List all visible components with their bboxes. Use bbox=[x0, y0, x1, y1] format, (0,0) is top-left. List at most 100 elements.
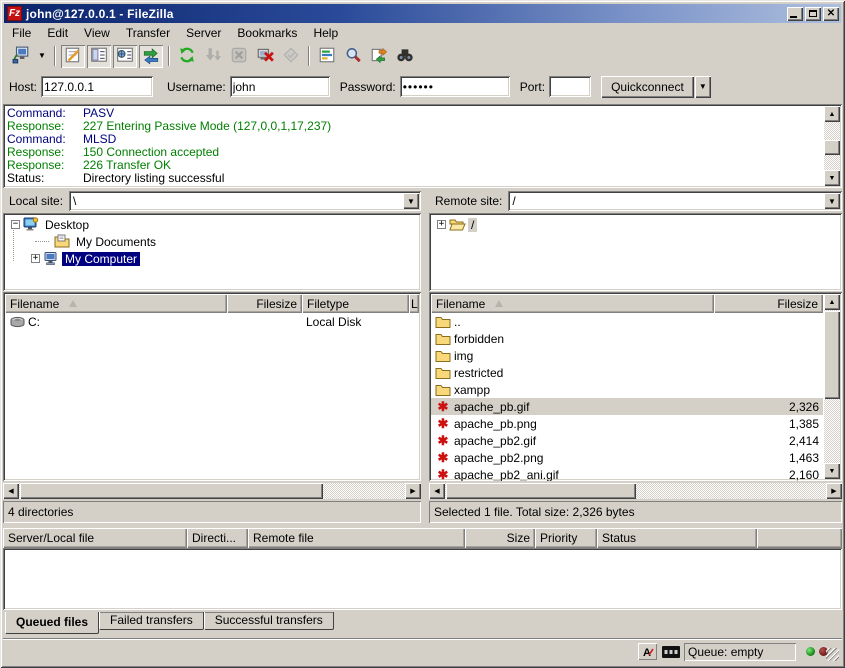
menu-edit[interactable]: Edit bbox=[39, 25, 76, 41]
toggle-transfer-queue-button[interactable] bbox=[139, 45, 163, 68]
remote-site-combobox[interactable]: / ▼ bbox=[508, 191, 842, 211]
scroll-left-icon[interactable]: ◀ bbox=[3, 483, 19, 499]
local-horizontal-scrollbar[interactable]: ◀ ▶ bbox=[3, 483, 421, 499]
expand-icon[interactable]: + bbox=[31, 254, 40, 263]
column-header-remote-file[interactable]: Remote file bbox=[248, 528, 465, 548]
remote-file-row[interactable]: ✱apache_pb2_ani.gif 2,160 bbox=[431, 466, 823, 481]
menu-file[interactable]: File bbox=[4, 25, 39, 41]
column-header-filename[interactable]: Filename bbox=[5, 294, 227, 313]
selected-tree-label: My Computer bbox=[62, 252, 140, 266]
toggle-local-tree-button[interactable] bbox=[87, 45, 111, 68]
scroll-thumb[interactable] bbox=[446, 483, 636, 499]
speed-limit-indicator-icon[interactable] bbox=[661, 643, 680, 660]
chevron-down-icon[interactable]: ▼ bbox=[403, 193, 419, 209]
menu-help[interactable]: Help bbox=[305, 25, 346, 41]
tree-item-desktop[interactable]: − Desktop bbox=[5, 216, 419, 233]
remote-file-row[interactable]: xampp bbox=[431, 381, 823, 398]
find-files-button[interactable] bbox=[393, 45, 417, 68]
reconnect-icon bbox=[282, 46, 300, 67]
column-header-filetype[interactable]: Filetype bbox=[302, 294, 409, 313]
remote-file-row[interactable]: ✱apache_pb2.gif 2,414 bbox=[431, 432, 823, 449]
remote-file-row[interactable]: img bbox=[431, 347, 823, 364]
column-header-priority[interactable]: Priority bbox=[535, 528, 597, 548]
synchronized-browsing-button[interactable] bbox=[367, 45, 391, 68]
scroll-right-icon[interactable]: ▶ bbox=[826, 483, 842, 499]
remote-file-row[interactable]: forbidden bbox=[431, 330, 823, 347]
site-manager-icon bbox=[12, 46, 30, 67]
remote-directory-tree[interactable]: + / bbox=[429, 213, 842, 291]
remote-horizontal-scrollbar[interactable]: ◀ ▶ bbox=[429, 483, 842, 499]
expand-icon[interactable]: + bbox=[437, 220, 446, 229]
host-input[interactable] bbox=[41, 76, 153, 97]
quickconnect-dropdown-button[interactable]: ▼ bbox=[695, 76, 711, 98]
scroll-right-icon[interactable]: ▶ bbox=[405, 483, 421, 499]
menu-view[interactable]: View bbox=[76, 25, 118, 41]
directory-comparison-button[interactable] bbox=[341, 45, 365, 68]
menu-transfer[interactable]: Transfer bbox=[118, 25, 178, 41]
toggle-message-log-button[interactable] bbox=[61, 45, 85, 68]
collapse-icon[interactable]: − bbox=[11, 220, 20, 229]
remote-vertical-scrollbar[interactable]: ▲ ▼ bbox=[824, 294, 840, 479]
local-file-list[interactable]: Filename Filesize Filetype L C: Local Di… bbox=[3, 292, 421, 481]
password-input[interactable] bbox=[400, 76, 510, 97]
scroll-down-icon[interactable]: ▼ bbox=[824, 463, 840, 479]
column-header-filesize[interactable]: Filesize bbox=[227, 294, 302, 313]
column-header-filesize[interactable]: Filesize bbox=[714, 294, 823, 313]
reconnect-button[interactable] bbox=[279, 45, 303, 68]
scroll-up-icon[interactable]: ▲ bbox=[824, 294, 840, 310]
remote-file-row[interactable]: ✱apache_pb2.png 1,463 bbox=[431, 449, 823, 466]
title-bar[interactable]: Fz john@127.0.0.1 - FileZilla ✕ bbox=[4, 4, 841, 23]
tree-item-root[interactable]: + / bbox=[431, 216, 840, 233]
column-header-last-modified[interactable]: L bbox=[409, 294, 419, 313]
process-queue-button[interactable] bbox=[201, 45, 225, 68]
disconnect-button[interactable] bbox=[253, 45, 277, 68]
username-input[interactable] bbox=[230, 76, 330, 97]
local-site-combobox[interactable]: \ ▼ bbox=[69, 191, 421, 211]
tab-successful-transfers[interactable]: Successful transfers bbox=[204, 612, 334, 630]
scroll-thumb[interactable] bbox=[824, 140, 840, 155]
column-header-size[interactable]: Size bbox=[465, 528, 535, 548]
column-header-filename[interactable]: Filename bbox=[431, 294, 714, 313]
close-button[interactable]: ✕ bbox=[823, 7, 839, 21]
refresh-button[interactable] bbox=[175, 45, 199, 68]
column-header-server-local-file[interactable]: Server/Local file bbox=[3, 528, 187, 548]
computer-icon bbox=[43, 251, 59, 266]
remote-file-row-selected[interactable]: ✱apache_pb.gif 2,326 bbox=[431, 398, 823, 415]
site-manager-button[interactable] bbox=[9, 45, 33, 68]
toolbar: ▼ bbox=[4, 42, 841, 70]
transfer-type-indicator-icon[interactable]: A bbox=[638, 643, 657, 660]
log-scrollbar[interactable]: ▲ ▼ bbox=[824, 106, 840, 186]
tab-failed-transfers[interactable]: Failed transfers bbox=[99, 612, 204, 630]
remote-file-row[interactable]: ✱apache_pb.png 1,385 bbox=[431, 415, 823, 432]
tab-queued-files[interactable]: Queued files bbox=[5, 612, 99, 634]
remote-file-row[interactable]: .. bbox=[431, 313, 823, 330]
scroll-up-icon[interactable]: ▲ bbox=[824, 106, 840, 122]
tree-item-my-documents[interactable]: My Documents bbox=[5, 233, 419, 250]
chevron-down-icon[interactable]: ▼ bbox=[824, 193, 840, 209]
scroll-left-icon[interactable]: ◀ bbox=[429, 483, 445, 499]
maximize-button[interactable] bbox=[805, 7, 821, 21]
resize-grip[interactable] bbox=[826, 648, 839, 661]
quickconnect-button[interactable]: Quickconnect bbox=[601, 76, 694, 98]
column-header-status[interactable]: Status bbox=[597, 528, 757, 548]
remote-file-list[interactable]: Filename Filesize ▲ ▼ .. forbidden img bbox=[429, 292, 842, 481]
toggle-remote-tree-button[interactable] bbox=[113, 45, 137, 68]
log-line: Response:227 Entering Passive Mode (127,… bbox=[7, 120, 822, 133]
remote-file-row[interactable]: restricted bbox=[431, 364, 823, 381]
cancel-operation-button[interactable] bbox=[227, 45, 251, 68]
local-directory-tree[interactable]: − Desktop My Documents + M bbox=[3, 213, 421, 291]
port-input[interactable] bbox=[549, 76, 591, 97]
local-file-row[interactable]: C: Local Disk bbox=[5, 313, 419, 330]
queue-list[interactable] bbox=[3, 548, 842, 610]
scroll-thumb[interactable] bbox=[824, 311, 840, 399]
column-header-direction[interactable]: Directi... bbox=[187, 528, 248, 548]
site-manager-dropdown-button[interactable]: ▼ bbox=[35, 45, 49, 68]
tree-item-my-computer[interactable]: + My Computer bbox=[5, 250, 419, 267]
menu-bookmarks[interactable]: Bookmarks bbox=[229, 25, 305, 41]
minimize-button[interactable] bbox=[787, 7, 803, 21]
scroll-down-icon[interactable]: ▼ bbox=[824, 170, 840, 186]
directory-filters-button[interactable] bbox=[315, 45, 339, 68]
scroll-thumb[interactable] bbox=[20, 483, 323, 499]
message-log[interactable]: Command:PASV Response:227 Entering Passi… bbox=[3, 104, 842, 188]
menu-server[interactable]: Server bbox=[178, 25, 229, 41]
